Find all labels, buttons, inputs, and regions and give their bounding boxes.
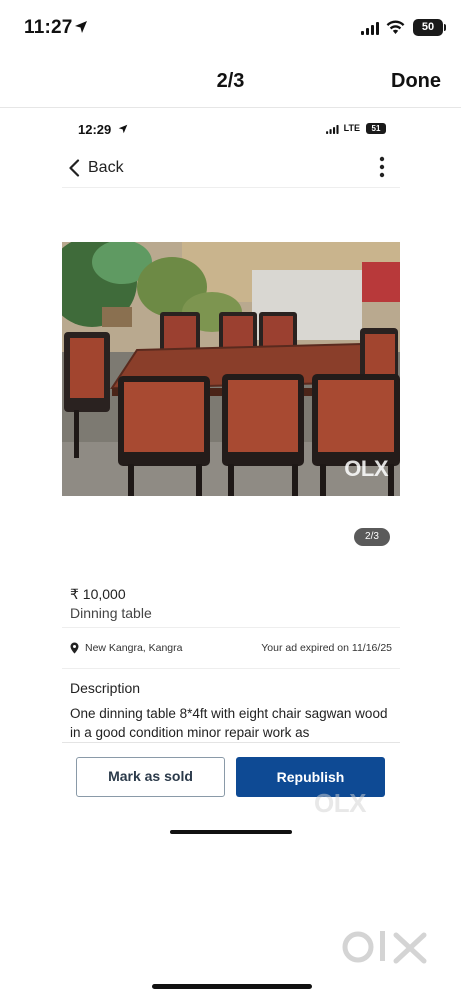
home-indicator[interactable] xyxy=(152,984,312,989)
viewer-header: 2/3 Done xyxy=(0,58,461,108)
location-arrow-icon xyxy=(118,124,128,134)
screenshot-home-indicator xyxy=(170,830,292,834)
olx-watermark: OLX xyxy=(314,788,366,818)
back-label: Back xyxy=(88,159,124,176)
description-heading: Description xyxy=(70,680,141,696)
mark-as-sold-button[interactable]: Mark as sold xyxy=(76,757,225,797)
listing-title: Dinning table xyxy=(70,605,152,621)
listing-location: New Kangra, Kangra xyxy=(85,642,183,654)
battery-icon: 51 xyxy=(366,123,386,134)
cellular-signal-icon xyxy=(326,125,339,134)
screenshot-nav-bar: Back xyxy=(62,148,400,188)
done-button[interactable]: Done xyxy=(391,70,441,93)
more-options-icon[interactable] xyxy=(378,156,386,178)
network-type: LTE xyxy=(343,123,360,133)
divider xyxy=(62,627,400,628)
ad-expiry-text: Your ad expired on 11/16/25 xyxy=(261,642,392,654)
listing-photo[interactable]: OLX xyxy=(62,242,400,496)
location-row: New Kangra, Kangra Your ad expired on 11… xyxy=(70,640,392,658)
location-arrow-icon xyxy=(75,21,87,33)
description-text: One dinning table 8*4ft with eight chair… xyxy=(70,706,388,740)
chevron-left-icon xyxy=(69,159,80,177)
photo-pager-badge: 2/3 xyxy=(354,528,390,546)
status-bar: 11:27 50 xyxy=(0,0,461,58)
status-time: 11:27 xyxy=(24,17,73,38)
map-pin-icon xyxy=(70,642,79,654)
divider xyxy=(62,668,400,669)
screenshot-status-time: 12:29 xyxy=(78,122,112,137)
wifi-icon xyxy=(386,20,405,34)
listing-price: ₹ 10,000 xyxy=(70,586,126,602)
battery-icon: 50 xyxy=(413,19,446,36)
divider xyxy=(62,742,400,743)
olx-watermark: OLX xyxy=(344,456,388,481)
cellular-signal-icon xyxy=(361,22,379,35)
screenshot-status-bar: 12:29 LTE 51 xyxy=(62,120,400,142)
back-button[interactable]: Back xyxy=(68,156,124,180)
olx-logo-watermark xyxy=(342,931,427,964)
